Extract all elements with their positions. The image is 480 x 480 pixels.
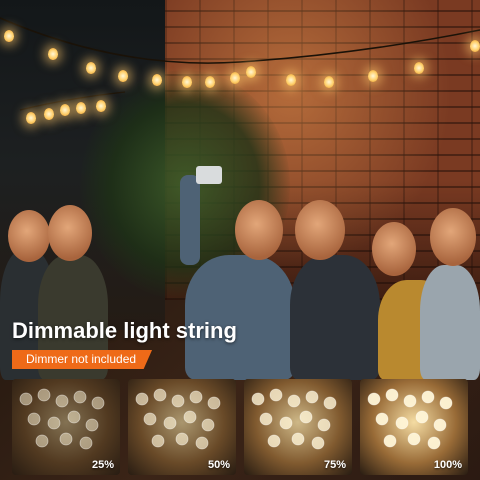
phone bbox=[196, 166, 222, 184]
bulb-icon bbox=[96, 100, 106, 112]
bulb-icon bbox=[76, 102, 86, 114]
bulb-icon bbox=[73, 390, 87, 404]
bulb-icon bbox=[311, 436, 325, 450]
bulb-icon bbox=[367, 392, 381, 406]
bulb-icon bbox=[85, 418, 99, 432]
bulb-icon bbox=[207, 396, 221, 410]
brightness-label: 25% bbox=[91, 459, 114, 471]
bulb-icon bbox=[251, 392, 265, 406]
brightness-label: 50% bbox=[207, 459, 230, 471]
dimmer-note-badge: Dimmer not included bbox=[12, 350, 153, 369]
bulb-icon bbox=[407, 432, 421, 446]
bulb-icon bbox=[368, 70, 378, 82]
bulb-icon bbox=[323, 396, 337, 410]
bulb-icon bbox=[35, 434, 49, 448]
person-arm bbox=[180, 175, 200, 265]
bulb-icon bbox=[287, 394, 301, 408]
bulb-icon bbox=[59, 432, 73, 446]
string-lights bbox=[0, 17, 480, 111]
brightness-panel-25: 25% bbox=[12, 379, 120, 475]
brightness-label: 100% bbox=[433, 459, 462, 471]
bulb-icon bbox=[163, 416, 177, 430]
brightness-label: 75% bbox=[323, 459, 346, 471]
bulb-icon bbox=[246, 66, 256, 78]
bulb-cluster-icon bbox=[135, 388, 221, 450]
bulb-cluster-icon bbox=[19, 388, 105, 450]
bulb-icon bbox=[427, 436, 441, 450]
bulb-icon bbox=[44, 108, 54, 120]
bulb-cluster-icon bbox=[251, 388, 337, 450]
bulb-icon bbox=[267, 434, 281, 448]
bulb-icon bbox=[67, 410, 81, 424]
bulb-icon bbox=[86, 62, 96, 74]
brightness-panels: 25% 50% 75% 100% bbox=[12, 379, 468, 475]
person-head bbox=[295, 200, 345, 260]
bulb-icon bbox=[383, 434, 397, 448]
bulb-icon bbox=[182, 76, 192, 88]
bulb-icon bbox=[143, 412, 157, 426]
bulb-icon bbox=[324, 76, 334, 88]
bulb-icon bbox=[230, 72, 240, 84]
bulb-icon bbox=[403, 394, 417, 408]
product-image: Dimmable light string Dimmer not include… bbox=[0, 0, 480, 480]
bulb-icon bbox=[375, 412, 389, 426]
bulb-icon bbox=[175, 432, 189, 446]
bulb-icon bbox=[414, 62, 424, 74]
bulb-icon bbox=[26, 112, 36, 124]
headline: Dimmable light string bbox=[12, 318, 237, 343]
person bbox=[290, 255, 380, 380]
bulb-icon bbox=[152, 74, 162, 86]
bulb-icon bbox=[91, 396, 105, 410]
bulb-icon bbox=[259, 412, 273, 426]
bulb-icon bbox=[189, 390, 203, 404]
bulb-icon bbox=[433, 418, 447, 432]
bulb-icon bbox=[151, 434, 165, 448]
bulb-icon bbox=[135, 392, 149, 406]
person-head bbox=[48, 205, 92, 261]
person-head bbox=[430, 208, 476, 266]
bulb-icon bbox=[299, 410, 313, 424]
bulb-icon bbox=[153, 388, 167, 402]
person-right bbox=[420, 265, 480, 380]
bulb-icon bbox=[195, 436, 209, 450]
bulb-icon bbox=[4, 30, 14, 42]
bulb-icon bbox=[421, 390, 435, 404]
bulb-icon bbox=[201, 418, 215, 432]
bulb-icon bbox=[305, 390, 319, 404]
bulb-icon bbox=[171, 394, 185, 408]
brightness-panel-100: 100% bbox=[360, 379, 468, 475]
bulb-cluster-icon bbox=[367, 388, 453, 450]
bulb-icon bbox=[183, 410, 197, 424]
bulb-icon bbox=[385, 388, 399, 402]
bulb-icon bbox=[291, 432, 305, 446]
bulb-icon bbox=[205, 76, 215, 88]
bulb-icon bbox=[47, 416, 61, 430]
bulb-icon bbox=[27, 412, 41, 426]
bulb-icon bbox=[79, 436, 93, 450]
bulb-icon bbox=[395, 416, 409, 430]
bulb-icon bbox=[286, 74, 296, 86]
brightness-panel-75: 75% bbox=[244, 379, 352, 475]
bulb-icon bbox=[415, 410, 429, 424]
bulb-icon bbox=[470, 40, 480, 52]
person-head bbox=[372, 222, 416, 276]
person-head bbox=[8, 210, 50, 262]
bulb-icon bbox=[60, 104, 70, 116]
brightness-panel-50: 50% bbox=[128, 379, 236, 475]
bulb-icon bbox=[439, 396, 453, 410]
bulb-icon bbox=[279, 416, 293, 430]
bulb-icon bbox=[37, 388, 51, 402]
person-head bbox=[235, 200, 283, 260]
bulb-icon bbox=[317, 418, 331, 432]
bulb-icon bbox=[48, 48, 58, 60]
bulb-icon bbox=[269, 388, 283, 402]
bulb-icon bbox=[118, 70, 128, 82]
bulb-icon bbox=[55, 394, 69, 408]
bulb-icon bbox=[19, 392, 33, 406]
